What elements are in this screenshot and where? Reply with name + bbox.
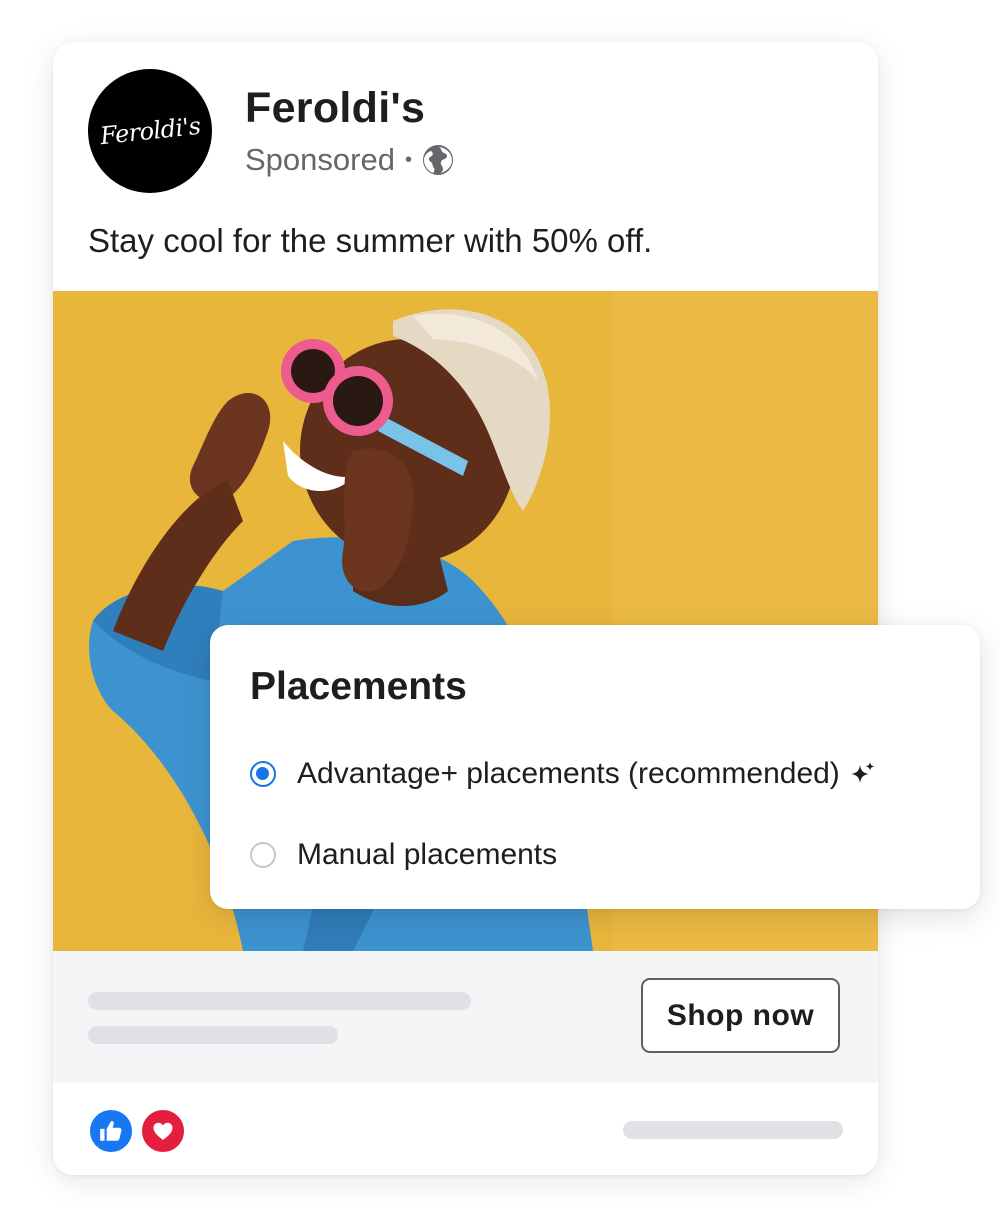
- globe-icon: [422, 145, 453, 175]
- love-reaction[interactable]: [139, 1107, 187, 1155]
- placements-panel: Placements Advantage+ placements (recomm…: [210, 625, 980, 909]
- brand-logo: Feroldi's: [98, 111, 202, 151]
- advantage-plus-label: Advantage+ placements (recommended): [297, 757, 840, 790]
- reactions-row: [53, 1083, 878, 1175]
- manual-placements-radio[interactable]: [250, 842, 276, 868]
- manual-placements-option[interactable]: Manual placements: [250, 838, 557, 872]
- headline-skeleton: [88, 992, 471, 1010]
- reaction-count-skeleton: [623, 1121, 843, 1139]
- heart-icon: [153, 1122, 173, 1140]
- description-skeleton: [88, 1026, 338, 1044]
- page-avatar[interactable]: Feroldi's: [88, 69, 212, 193]
- cta-bar: Shop now: [53, 951, 878, 1083]
- post-caption: Stay cool for the summer with 50% off.: [88, 222, 653, 259]
- sparkle-icon: [850, 762, 875, 783]
- thumbs-up-icon: [100, 1121, 122, 1141]
- meta-separator: •: [404, 148, 412, 171]
- advantage-plus-radio[interactable]: [250, 761, 276, 787]
- ad-preview-stage: Feroldi's Feroldi's Sponsored • Stay coo…: [0, 0, 1000, 1220]
- placements-title: Placements: [250, 665, 467, 708]
- post-meta: Sponsored •: [245, 142, 454, 178]
- shop-now-button[interactable]: Shop now: [641, 978, 840, 1053]
- like-reaction[interactable]: [87, 1107, 135, 1155]
- ad-post-card: Feroldi's Feroldi's Sponsored • Stay coo…: [53, 42, 878, 1175]
- sponsored-label: Sponsored: [245, 142, 395, 177]
- advantage-plus-placements-option[interactable]: Advantage+ placements (recommended): [250, 757, 876, 791]
- page-name[interactable]: Feroldi's: [245, 84, 425, 133]
- manual-placements-label: Manual placements: [297, 838, 558, 871]
